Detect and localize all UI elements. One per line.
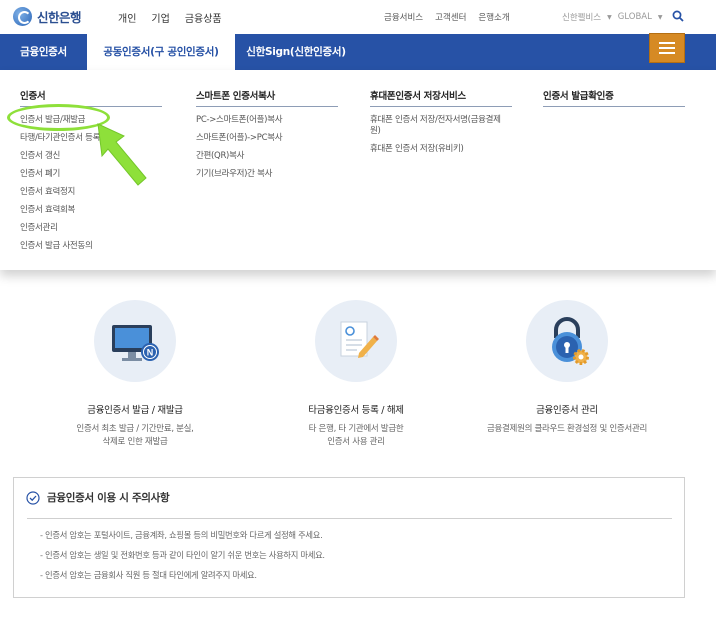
- notice-item: - 인증서 암호는 금융회사 직원 등 절대 타인에게 알려주지 마세요.: [40, 570, 257, 580]
- menu-item-manage[interactable]: 인증서관리: [20, 223, 162, 234]
- tab-joint-certificate[interactable]: 공동인증서(구 공인인증서): [87, 34, 235, 70]
- hamburger-menu-button[interactable]: [649, 33, 685, 63]
- menu-line-icon: [659, 42, 675, 44]
- utility-nav: 금융서비스 고객센터 은행소개: [384, 11, 510, 23]
- feature-icon-circle: N: [94, 300, 176, 382]
- certificate-tab-bar: 금융인증서 공동인증서(구 공인인증서) 신한Sign(신한인증서): [0, 34, 716, 70]
- tab-shinhan-sign[interactable]: 신한Sign(신한인증서): [235, 34, 357, 70]
- misc-nav: 신한펠비스 ▼ GLOBAL ▼: [562, 11, 662, 23]
- feature-desc-line: 인증서 사용 관리: [327, 437, 385, 447]
- menu-column-title: 스마트폰 인증서복사: [196, 88, 338, 107]
- nav-personal[interactable]: 개인: [118, 10, 136, 25]
- notice-item-text: 인증서 암호는 생일 및 전화번호 등과 같이 타인이 알기 쉬운 번호는 사용…: [45, 550, 325, 560]
- menu-column-issue-confirmation: 인증서 발급확인증: [543, 88, 685, 115]
- feature-icon-circle: [526, 300, 608, 382]
- menu-column-title: 휴대폰인증서 저장서비스: [370, 88, 512, 107]
- notice-list: - 인증서 암호는 포털사이트, 금융계좌, 쇼핑몰 등의 비밀번호와 다르게 …: [40, 530, 325, 590]
- notice-item: - 인증서 암호는 생일 및 전화번호 등과 같이 타인이 알기 쉬운 번호는 …: [40, 550, 325, 560]
- feature-icon-circle: [315, 300, 397, 382]
- nav-products[interactable]: 금융상품: [185, 10, 222, 25]
- feature-issue[interactable]: N 금융인증서 발급 / 재발급 인증서 최초 발급 / 기간만료, 분실, 삭…: [25, 300, 245, 449]
- feature-manage[interactable]: 금융인증서 관리 금융결제원의 클라우드 환경설정 및 인증서관리: [457, 300, 677, 436]
- notice-item-text: 인증서 암호는 포털사이트, 금융계좌, 쇼핑몰 등의 비밀번호와 다르게 설정…: [45, 530, 323, 540]
- menu-column-title[interactable]: 인증서 발급확인증: [543, 88, 685, 107]
- feature-title: 금융인증서 관리: [536, 405, 598, 416]
- feature-desc: 타 은행, 타 기관에서 발급한 인증서 사용 관리: [246, 423, 466, 449]
- search-icon[interactable]: [672, 10, 684, 22]
- lock-gear-icon: [552, 317, 589, 365]
- feature-desc-line: 삭제로 인한 재발급: [102, 437, 168, 447]
- computer-certificate-icon: N: [112, 325, 159, 361]
- menu-line-icon: [659, 47, 675, 49]
- pointer-arrow-icon: [97, 123, 147, 186]
- nav-customer-center[interactable]: 고객센터: [435, 11, 466, 23]
- main-nav: 개인 기업 금융상품: [118, 10, 222, 25]
- menu-item-phone-store-ubikey[interactable]: 휴대폰 인증서 저장(유비키): [370, 144, 512, 155]
- notice-divider: [27, 518, 672, 519]
- shinhan-logo-icon: [13, 7, 32, 26]
- check-circle-icon: [26, 490, 40, 505]
- menu-item-phone-store-kftc[interactable]: 휴대폰 인증서 저장/전자서명(금융결제원): [370, 115, 508, 137]
- feature-desc: 금융결제원의 클라우드 환경설정 및 인증서관리: [457, 423, 677, 436]
- menu-item-preconsent[interactable]: 인증서 발급 사전동의: [20, 241, 162, 252]
- nav-business[interactable]: 기업: [151, 10, 169, 25]
- global-select[interactable]: GLOBAL: [618, 12, 652, 22]
- notice-item-text: 인증서 암호는 금융회사 직원 등 절대 타인에게 알려주지 마세요.: [45, 570, 257, 580]
- top-header: 신한은행 개인 기업 금융상품 금융서비스 고객센터 은행소개 신한펠비스 ▼ …: [0, 0, 716, 34]
- menu-column-phone-storage: 휴대폰인증서 저장서비스 휴대폰 인증서 저장/전자서명(금융결제원) 휴대폰 …: [370, 88, 512, 162]
- feature-desc: 인증서 최초 발급 / 기간만료, 분실, 삭제로 인한 재발급: [25, 423, 245, 449]
- chevron-down-icon: ▼: [607, 13, 612, 21]
- feature-register[interactable]: 타금융인증서 등록 / 해제 타 은행, 타 기관에서 발급한 인증서 사용 관…: [246, 300, 466, 449]
- logo-text: 신한은행: [37, 10, 82, 25]
- menu-line-icon: [659, 52, 675, 54]
- notice-title: 금융인증서 이용 시 주의사항: [47, 492, 170, 504]
- menu-item-pc-to-phone[interactable]: PC->스마트폰(어플)복사: [196, 115, 338, 126]
- menu-item-qr-copy[interactable]: 간편(QR)복사: [196, 151, 338, 162]
- feature-desc-line: 타 은행, 타 기관에서 발급한: [308, 424, 404, 434]
- family-site-select[interactable]: 신한펠비스: [562, 11, 601, 23]
- notice-item: - 인증서 암호는 포털사이트, 금융계좌, 쇼핑몰 등의 비밀번호와 다르게 …: [40, 530, 323, 540]
- notice-box: 금융인증서 이용 시 주의사항 - 인증서 암호는 포털사이트, 금융계좌, 쇼…: [13, 477, 685, 598]
- tab-financial-certificate[interactable]: 금융인증서: [0, 34, 87, 70]
- feature-title: 타금융인증서 등록 / 해제: [308, 405, 404, 416]
- menu-item-phone-to-pc[interactable]: 스마트폰(어플)->PC복사: [196, 133, 338, 144]
- feature-title: 금융인증서 발급 / 재발급: [87, 405, 183, 416]
- nav-bank-intro[interactable]: 은행소개: [478, 11, 509, 23]
- notice-header: 금융인증서 이용 시 주의사항: [26, 490, 170, 505]
- shinhan-logo[interactable]: 신한은행: [13, 7, 82, 26]
- menu-item-suspend[interactable]: 인증서 효력정지: [20, 187, 162, 198]
- menu-item-device-copy[interactable]: 기기(브라우저)간 복사: [196, 169, 338, 180]
- certificate-document-pen-icon: [340, 321, 379, 358]
- nav-financial-services[interactable]: 금융서비스: [384, 11, 423, 23]
- svg-text:N: N: [147, 348, 154, 358]
- feature-desc-line: 인증서 최초 발급 / 기간만료, 분실,: [76, 424, 194, 434]
- feature-desc-line: 금융결제원의 클라우드 환경설정 및 인증서관리: [486, 424, 647, 434]
- menu-column-smartphone-copy: 스마트폰 인증서복사 PC->스마트폰(어플)복사 스마트폰(어플)->PC복사…: [196, 88, 338, 187]
- menu-item-restore[interactable]: 인증서 효력회복: [20, 205, 162, 216]
- chevron-down-icon: ▼: [657, 13, 663, 21]
